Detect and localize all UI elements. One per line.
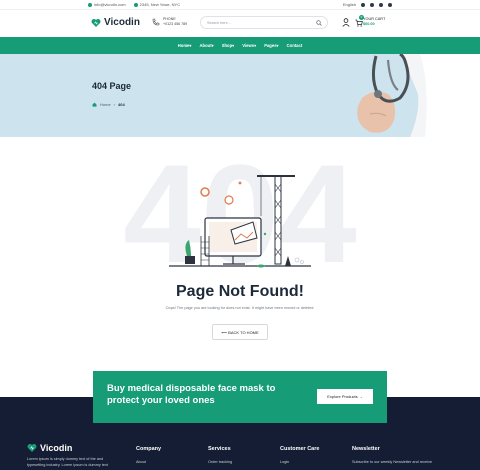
email-icon: [88, 2, 92, 7]
promo-banner: Buy medical disposable face mask to prot…: [93, 371, 387, 423]
cart-amount: $60.00: [363, 22, 375, 26]
site-logo[interactable]: Vicodin: [91, 17, 140, 28]
breadcrumb-current: 404: [118, 102, 125, 107]
newsletter-text: Subscribe to our weekly Newsletter and r…: [352, 460, 432, 464]
not-found-text: Oops! The page you are looking for does …: [165, 306, 315, 310]
logo-text: Vicodin: [104, 17, 140, 28]
top-right: English: [343, 2, 392, 7]
location-icon: [133, 2, 138, 7]
nav-item-about[interactable]: About▾: [200, 43, 214, 48]
email-item[interactable]: info@vicodin.com: [88, 2, 126, 7]
linkedin-icon[interactable]: [379, 2, 383, 7]
top-contact: info@vicodin.com 2345, New Yowe, NYC: [88, 2, 180, 7]
phone-icon: [152, 18, 160, 26]
footer-heading-company: Company: [136, 446, 162, 452]
back-to-home-button[interactable]: ⟵ BACK TO HOME: [212, 324, 268, 340]
construction-illustration: [169, 175, 311, 268]
email-text: info@vicodin.com: [94, 2, 126, 7]
footer-heading-newsletter: Newsletter: [352, 446, 380, 452]
footer-link-about[interactable]: About: [136, 460, 161, 464]
address-text: 2345, New Yowe, NYC: [139, 2, 181, 7]
language-select[interactable]: English: [343, 2, 356, 7]
instagram-icon[interactable]: [388, 2, 392, 7]
footer-col-company: Company About: [136, 446, 161, 464]
home-icon: [92, 102, 97, 107]
not-found-title: Page Not Found!: [176, 283, 304, 300]
search-placeholder: Search here...: [207, 21, 231, 25]
search-icon[interactable]: [316, 20, 322, 26]
promo-text: Buy medical disposable face mask to prot…: [107, 383, 276, 406]
nav-item-shop[interactable]: Shop▾: [222, 43, 235, 48]
main-nav: Home▾ About▾ Shop▾ Views▾ Pages▾ Contact: [0, 37, 480, 54]
nav-item-pages[interactable]: Pages▾: [264, 43, 278, 48]
address-item: 2345, New Yowe, NYC: [133, 2, 181, 7]
phone-block[interactable]: PHONE +0123 456 789: [152, 17, 187, 27]
header: Vicodin PHONE +0123 456 789 Search here.…: [0, 10, 480, 37]
heart-logo-icon: [91, 18, 101, 27]
footer-logo[interactable]: Vicodin: [27, 443, 72, 453]
phone-number: +0123 456 789: [163, 22, 188, 26]
breadcrumb: Home › 404: [92, 102, 125, 107]
explore-products-button[interactable]: Explore Products →: [317, 389, 373, 404]
doctor-stethoscope-image: [357, 54, 480, 137]
user-icon[interactable]: [342, 18, 350, 27]
footer-description: Lorem ipsum is simply dummy text of the …: [27, 457, 108, 467]
footer-col-newsletter: Newsletter Subscribe to our weekly Newsl…: [352, 446, 452, 464]
footer-col-customer-care: Customer Care Login: [280, 446, 319, 464]
top-bar: info@vicodin.com 2345, New Yowe, NYC Eng…: [0, 0, 480, 10]
cart-count-badge: 0: [359, 15, 364, 20]
page-banner: 404 Page Home › 404: [0, 54, 480, 137]
facebook-icon[interactable]: [361, 2, 365, 7]
footer-heading-services: Services: [208, 446, 231, 452]
nav-item-home[interactable]: Home▾: [178, 43, 192, 48]
cart-icon: [355, 19, 363, 27]
footer-col-services: Services Order tracking: [208, 446, 232, 464]
nav-item-contact[interactable]: Contact: [287, 43, 303, 48]
page-title: 404 Page: [92, 81, 132, 91]
footer-heading-customer-care: Customer Care: [280, 446, 320, 452]
breadcrumb-separator: ›: [113, 102, 116, 107]
cart-widget[interactable]: 0 YOUR CART $60.00: [355, 15, 385, 27]
footer-link-order-tracking[interactable]: Order tracking: [208, 460, 232, 464]
footer-link-login[interactable]: Login: [280, 460, 319, 464]
nav-item-views[interactable]: Views▾: [242, 43, 256, 48]
twitter-icon[interactable]: [370, 2, 374, 7]
footer-logo-text: Vicodin: [40, 443, 73, 453]
breadcrumb-home[interactable]: Home: [100, 102, 111, 107]
heart-logo-icon: [27, 444, 37, 452]
search-input[interactable]: Search here...: [200, 16, 328, 29]
